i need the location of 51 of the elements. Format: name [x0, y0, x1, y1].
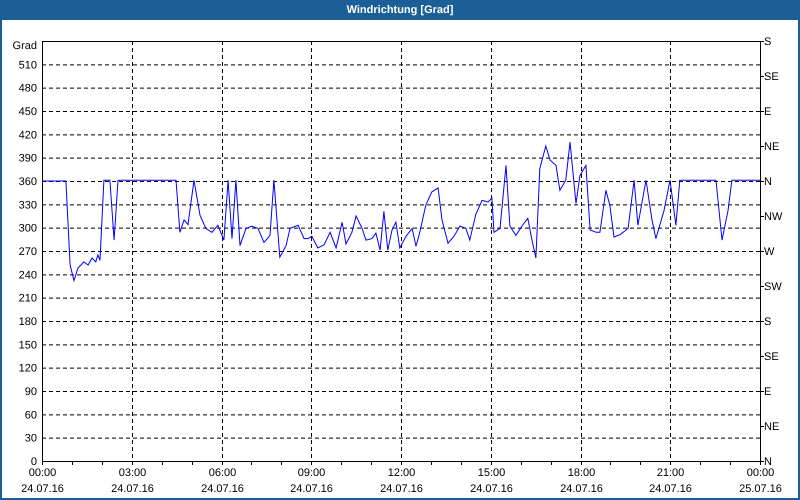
- y-tick-label: 360: [18, 176, 37, 188]
- y-tick-label: 180: [18, 316, 37, 328]
- x-date-label: 24.07.16: [201, 483, 244, 495]
- y-tick-label: 300: [18, 222, 37, 235]
- y-tick-label: 240: [18, 269, 37, 282]
- y-tick-label: 90: [24, 386, 37, 398]
- compass-direction-label: E: [764, 386, 772, 398]
- y-tick-label: 420: [18, 129, 37, 142]
- y-tick-label: 510: [18, 59, 37, 72]
- compass-direction-label: E: [764, 106, 772, 118]
- y-tick-label: 30: [24, 432, 37, 445]
- x-tick-label: 09:00: [298, 467, 326, 479]
- y-tick-label: 150: [18, 339, 37, 352]
- x-date-label: 24.07.16: [380, 483, 423, 495]
- y-tick-label: 270: [18, 246, 37, 258]
- x-date-label: 24.07.16: [560, 483, 603, 495]
- compass-direction-label: S: [764, 316, 772, 328]
- compass-direction-label: N: [764, 456, 772, 468]
- compass-direction-label: NE: [764, 141, 780, 153]
- x-date-label: 24.07.16: [290, 483, 333, 495]
- compass-direction-label: W: [764, 246, 774, 258]
- y-tick-label: 120: [18, 362, 37, 375]
- x-tick-label: 00:00: [746, 467, 774, 479]
- x-date-label: 25.07.16: [739, 483, 782, 495]
- x-date-label: 24.07.16: [649, 483, 692, 495]
- compass-direction-label: N: [764, 176, 772, 188]
- y-axis-title: Grad: [12, 40, 37, 52]
- window-title: Windrichtung [Grad]: [346, 3, 454, 18]
- x-tick-label: 21:00: [656, 467, 684, 479]
- x-date-label: 24.07.16: [111, 483, 154, 495]
- y-tick-label: 390: [18, 152, 37, 165]
- compass-direction-label: NE: [764, 421, 780, 433]
- compass-direction-label: S: [764, 36, 772, 48]
- compass-direction-label: SE: [764, 351, 779, 363]
- compass-direction-label: SE: [764, 71, 779, 83]
- x-tick-label: 00:00: [28, 467, 56, 479]
- compass-direction-label: SW: [764, 281, 782, 293]
- compass-direction-label: NW: [764, 211, 782, 223]
- x-tick-label: 18:00: [568, 467, 596, 479]
- y-tick-label: 480: [18, 82, 37, 95]
- x-tick-label: 03:00: [118, 467, 146, 479]
- x-date-label: 24.07.16: [21, 483, 64, 495]
- y-tick-label: 0: [30, 456, 37, 468]
- y-tick-label: 60: [24, 409, 37, 422]
- x-tick-label: 12:00: [388, 467, 416, 479]
- x-tick-label: 06:00: [208, 467, 236, 479]
- x-tick-label: 15:00: [478, 467, 506, 479]
- y-tick-label: 450: [18, 106, 37, 118]
- x-date-label: 24.07.16: [470, 483, 513, 495]
- y-tick-label: 210: [18, 292, 37, 305]
- y-tick-label: 330: [18, 199, 37, 212]
